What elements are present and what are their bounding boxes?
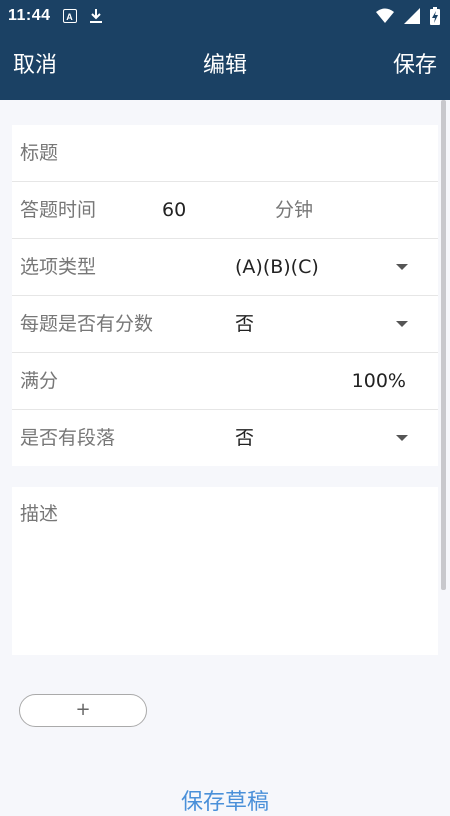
page-title: 编辑 (202, 53, 247, 78)
option-type-select[interactable]: (A)(B)(C) (235, 239, 319, 295)
full-score-row: 满分 100% (12, 353, 438, 410)
description-card[interactable]: 描述 (12, 487, 438, 655)
answer-time-label: 答题时间 (20, 199, 97, 221)
chevron-down-icon[interactable] (396, 435, 408, 441)
scrollbar[interactable] (441, 100, 446, 590)
wifi-icon (376, 8, 394, 23)
paragraph-select[interactable]: 否 (235, 410, 254, 466)
chevron-down-icon[interactable] (396, 321, 408, 327)
a-notification-icon: A (62, 9, 77, 23)
option-type-row[interactable]: 选项类型 (A)(B)(C) (12, 239, 438, 296)
add-question-button[interactable]: + (19, 694, 147, 727)
score-each-row[interactable]: 每题是否有分数 否 (12, 296, 438, 353)
score-each-select[interactable]: 否 (235, 296, 254, 352)
status-time: 11:44 (8, 7, 51, 24)
download-icon (89, 9, 102, 23)
battery-charging-icon (430, 7, 440, 25)
answer-time-input[interactable]: 60 (162, 182, 186, 238)
cancel-button[interactable]: 取消 (13, 32, 57, 100)
answer-time-unit: 分钟 (275, 199, 314, 221)
title-input-row[interactable]: 标题 (12, 125, 438, 182)
save-draft-button[interactable]: 保存草稿 (0, 784, 450, 816)
description-input[interactable]: 描述 (20, 499, 58, 526)
full-score-input[interactable]: 100% (352, 353, 406, 409)
full-score-label: 满分 (20, 370, 59, 392)
form-card: 标题 答题时间 60 分钟 选项类型 (A)(B)(C) 每题是否有分数 否 满… (12, 125, 438, 466)
save-button[interactable]: 保存 (393, 32, 437, 100)
signal-icon (404, 8, 420, 24)
title-input[interactable]: 标题 (20, 125, 58, 181)
chevron-down-icon[interactable] (396, 264, 408, 270)
paragraph-row[interactable]: 是否有段落 否 (12, 410, 438, 466)
option-type-label: 选项类型 (20, 256, 97, 278)
score-each-label: 每题是否有分数 (20, 313, 154, 335)
status-bar: 11:44 A (0, 0, 450, 32)
app-bar: 取消 编辑 保存 (0, 32, 450, 100)
paragraph-label: 是否有段落 (20, 427, 116, 449)
answer-time-row: 答题时间 60 分钟 (12, 182, 438, 239)
